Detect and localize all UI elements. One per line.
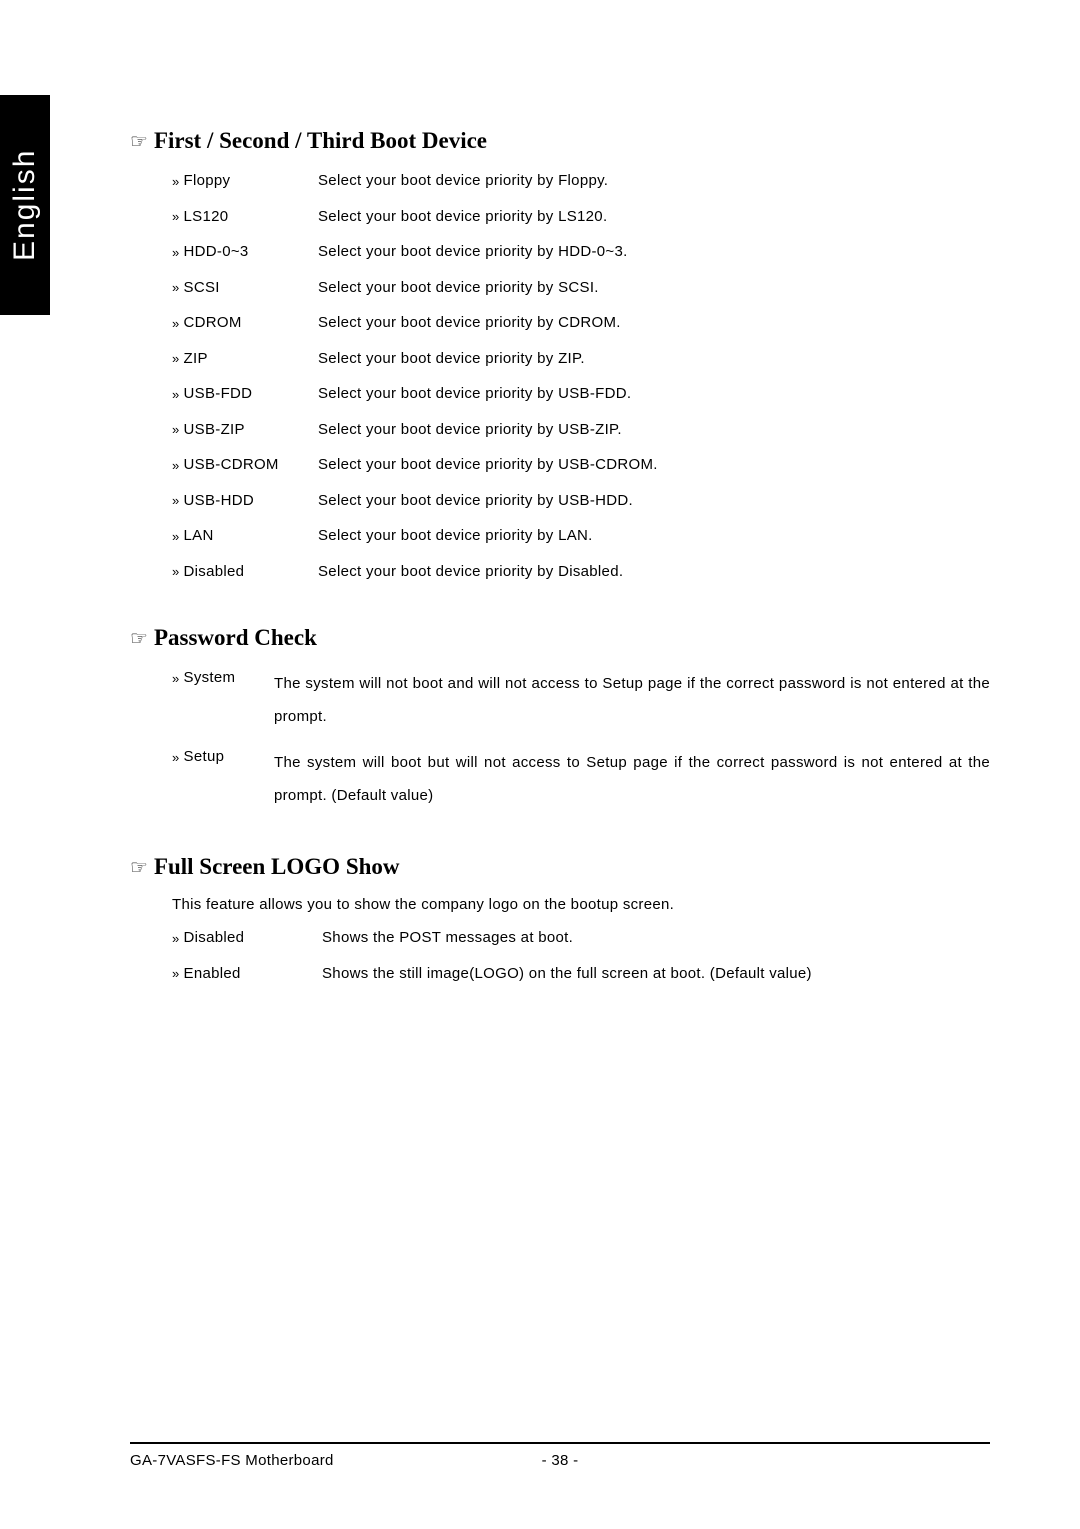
- option-label-text: SCSI: [184, 277, 220, 300]
- footer-left: GA-7VASFS-FS Motherboard: [130, 1452, 334, 1469]
- option-label-text: HDD-0~3: [184, 241, 249, 264]
- arrow-icon: »: [172, 349, 180, 369]
- arrow-icon: »: [172, 456, 180, 476]
- section-logo-show: ☞ Full Screen LOGO Show This feature all…: [130, 854, 990, 985]
- hand-icon: ☞: [130, 855, 148, 880]
- language-tab: English: [0, 95, 50, 315]
- arrow-icon: »: [172, 491, 180, 511]
- arrow-icon: »: [172, 929, 180, 949]
- arrow-icon: »: [172, 278, 180, 298]
- option-label: »Disabled: [172, 927, 322, 950]
- option-desc: Select your boot device priority by USB-…: [318, 454, 990, 477]
- section-title-text: Password Check: [154, 625, 317, 651]
- option-desc: The system will not boot and will not ac…: [274, 667, 990, 733]
- option-row: »SetupThe system will boot but will not …: [130, 746, 990, 812]
- option-label-text: Enabled: [184, 963, 241, 986]
- option-label: »USB-CDROM: [172, 454, 318, 477]
- option-desc: Shows the POST messages at boot.: [322, 927, 990, 950]
- section-boot-device: ☞ First / Second / Third Boot Device »Fl…: [130, 128, 990, 583]
- option-label: »USB-FDD: [172, 383, 318, 406]
- option-label-text: USB-HDD: [184, 490, 254, 513]
- option-label: »CDROM: [172, 312, 318, 335]
- option-label: »Enabled: [172, 963, 322, 986]
- option-desc: Select your boot device priority by Disa…: [318, 561, 990, 584]
- arrow-icon: »: [172, 243, 180, 263]
- option-label-text: System: [184, 667, 236, 690]
- option-label: »USB-ZIP: [172, 419, 318, 442]
- option-label-text: Floppy: [184, 170, 231, 193]
- option-row: »DisabledSelect your boot device priorit…: [130, 561, 990, 584]
- option-desc: Select your boot device priority by SCSI…: [318, 277, 990, 300]
- section-title: ☞ Full Screen LOGO Show: [130, 854, 990, 880]
- option-row: »EnabledShows the still image(LOGO) on t…: [130, 963, 990, 986]
- arrow-icon: »: [172, 562, 180, 582]
- option-row: »USB-CDROMSelect your boot device priori…: [130, 454, 990, 477]
- page-content: ☞ First / Second / Third Boot Device »Fl…: [130, 128, 990, 1027]
- option-label-text: CDROM: [184, 312, 242, 335]
- option-row: »LANSelect your boot device priority by …: [130, 525, 990, 548]
- option-label: »USB-HDD: [172, 490, 318, 513]
- arrow-icon: »: [172, 420, 180, 440]
- arrow-icon: »: [172, 314, 180, 334]
- arrow-icon: »: [172, 748, 180, 768]
- option-desc: Select your boot device priority by LAN.: [318, 525, 990, 548]
- section-title-text: Full Screen LOGO Show: [154, 854, 400, 880]
- option-label-text: Disabled: [184, 561, 245, 584]
- option-desc: Shows the still image(LOGO) on the full …: [322, 963, 990, 986]
- arrow-icon: »: [172, 385, 180, 405]
- option-row: »USB-FDDSelect your boot device priority…: [130, 383, 990, 406]
- option-label: »ZIP: [172, 348, 318, 371]
- option-desc: Select your boot device priority by HDD-…: [318, 241, 990, 264]
- arrow-icon: »: [172, 964, 180, 984]
- option-row: »CDROMSelect your boot device priority b…: [130, 312, 990, 335]
- arrow-icon: »: [172, 207, 180, 227]
- option-label: »System: [172, 667, 274, 690]
- section-password-check: ☞ Password Check »SystemThe system will …: [130, 625, 990, 812]
- option-desc: Select your boot device priority by CDRO…: [318, 312, 990, 335]
- option-label-text: LAN: [184, 525, 214, 548]
- option-row: »ZIPSelect your boot device priority by …: [130, 348, 990, 371]
- option-desc: Select your boot device priority by USB-…: [318, 490, 990, 513]
- option-row: »USB-HDDSelect your boot device priority…: [130, 490, 990, 513]
- option-row: »SCSISelect your boot device priority by…: [130, 277, 990, 300]
- option-row: »DisabledShows the POST messages at boot…: [130, 927, 990, 950]
- footer-page-number: - 38 -: [542, 1452, 579, 1469]
- hand-icon: ☞: [130, 626, 148, 651]
- option-row: »USB-ZIPSelect your boot device priority…: [130, 419, 990, 442]
- option-row: »LS120Select your boot device priority b…: [130, 206, 990, 229]
- option-desc: Select your boot device priority by ZIP.: [318, 348, 990, 371]
- option-label-text: Setup: [184, 746, 225, 769]
- option-desc: Select your boot device priority by LS12…: [318, 206, 990, 229]
- option-label-text: Disabled: [184, 927, 245, 950]
- arrow-icon: »: [172, 172, 180, 192]
- option-desc: Select your boot device priority by USB-…: [318, 383, 990, 406]
- option-label: »Floppy: [172, 170, 318, 193]
- option-desc: Select your boot device priority by USB-…: [318, 419, 990, 442]
- option-label: »Disabled: [172, 561, 318, 584]
- option-label: »Setup: [172, 746, 274, 769]
- footer: GA-7VASFS-FS Motherboard - 38 -: [130, 1442, 990, 1469]
- option-label: »SCSI: [172, 277, 318, 300]
- option-desc: The system will boot but will not access…: [274, 746, 990, 812]
- option-row: »FloppySelect your boot device priority …: [130, 170, 990, 193]
- option-label-text: ZIP: [184, 348, 208, 371]
- option-row: »SystemThe system will not boot and will…: [130, 667, 990, 733]
- section-intro: This feature allows you to show the comp…: [130, 896, 990, 913]
- option-label: »HDD-0~3: [172, 241, 318, 264]
- option-label-text: LS120: [184, 206, 229, 229]
- section-title: ☞ Password Check: [130, 625, 990, 651]
- option-desc: Select your boot device priority by Flop…: [318, 170, 990, 193]
- arrow-icon: »: [172, 669, 180, 689]
- option-label-text: USB-CDROM: [184, 454, 279, 477]
- option-label: »LAN: [172, 525, 318, 548]
- section-title: ☞ First / Second / Third Boot Device: [130, 128, 990, 154]
- option-row: »HDD-0~3Select your boot device priority…: [130, 241, 990, 264]
- hand-icon: ☞: [130, 129, 148, 154]
- section-title-text: First / Second / Third Boot Device: [154, 128, 487, 154]
- arrow-icon: »: [172, 527, 180, 547]
- option-label-text: USB-ZIP: [184, 419, 245, 442]
- option-label: »LS120: [172, 206, 318, 229]
- option-label-text: USB-FDD: [184, 383, 253, 406]
